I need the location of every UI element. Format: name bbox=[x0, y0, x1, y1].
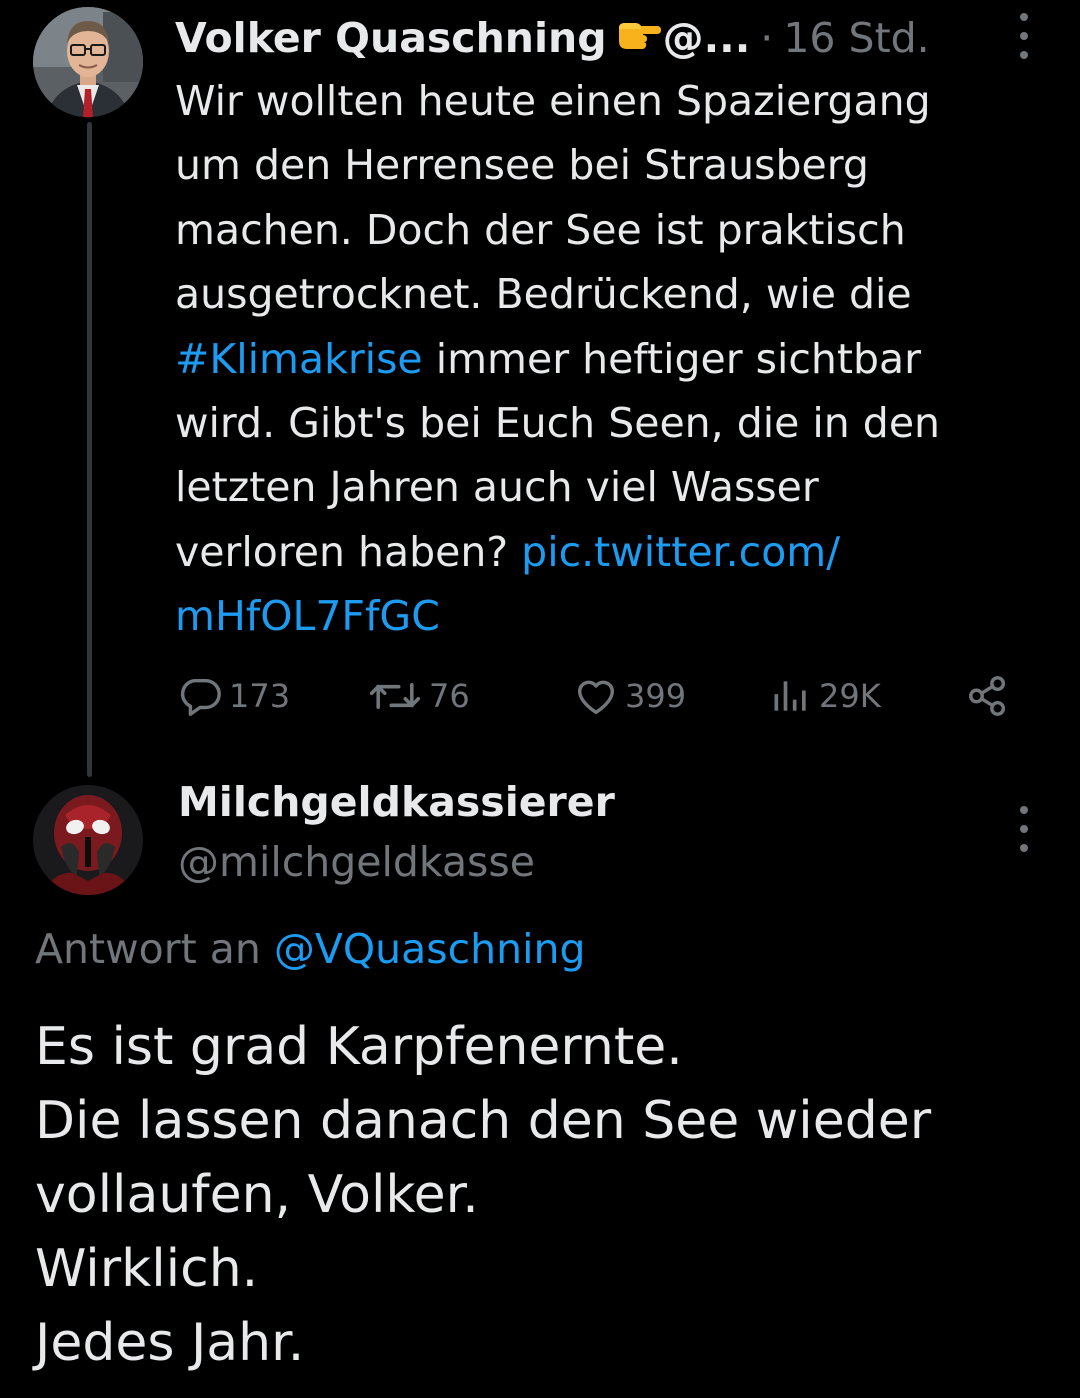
reply-count: 173 bbox=[229, 677, 291, 715]
reply-text-line: Die lassen danach den See wieder bbox=[35, 1091, 932, 1151]
reply-text-line: vollaufen, Volker. bbox=[35, 1165, 479, 1225]
reply-to-label: Antwort an bbox=[35, 925, 274, 973]
reply-to-handle-link[interactable]: @VQuaschning bbox=[274, 925, 586, 973]
reply-author-name[interactable]: Milchgeldkassierer bbox=[178, 778, 615, 826]
more-options-icon[interactable] bbox=[1014, 13, 1034, 59]
reply-icon bbox=[177, 673, 223, 719]
tweet-timestamp[interactable]: 16 Std. bbox=[783, 14, 929, 62]
share-button[interactable] bbox=[965, 666, 1011, 726]
more-options-icon[interactable] bbox=[1014, 806, 1034, 852]
reply-text-line: Wirklich. bbox=[35, 1239, 259, 1299]
tweet-actions: 173 76 399 29K bbox=[175, 666, 1025, 726]
reply-to-line: Antwort an @VQuaschning bbox=[35, 925, 586, 973]
views-icon bbox=[769, 673, 813, 719]
separator-dot: · bbox=[760, 14, 774, 62]
like-count: 399 bbox=[625, 677, 687, 715]
reply-text: Es ist grad Karpfenernte. Die lassen dan… bbox=[35, 1010, 1045, 1380]
retweet-button[interactable]: 76 bbox=[367, 666, 470, 726]
media-link-line2[interactable]: mHfOL7FfGC bbox=[175, 592, 440, 640]
reply-author-avatar[interactable] bbox=[33, 785, 143, 895]
retweet-icon bbox=[367, 673, 423, 719]
heart-icon bbox=[573, 673, 619, 719]
like-button[interactable]: 399 bbox=[573, 666, 686, 726]
retweet-count: 76 bbox=[429, 677, 470, 715]
author-avatar[interactable] bbox=[33, 7, 143, 117]
author-handle[interactable]: @... bbox=[663, 14, 751, 62]
views-button[interactable]: 29K bbox=[769, 666, 881, 726]
reply-text-line: Es ist grad Karpfenernte. bbox=[35, 1017, 683, 1077]
media-link-line1[interactable]: pic.twitter.com/ bbox=[521, 528, 840, 576]
views-count: 29K bbox=[819, 677, 881, 715]
tweet-text-part1: Wir wollten heute einen Spaziergang um d… bbox=[175, 77, 931, 319]
share-icon bbox=[965, 673, 1011, 719]
reply-author-handle[interactable]: @milchgeldkasse bbox=[178, 838, 535, 886]
thread-connector-line bbox=[87, 122, 92, 777]
reply-text-line: Jedes Jahr. bbox=[35, 1313, 305, 1373]
reply-button[interactable]: 173 bbox=[177, 666, 290, 726]
hashtag-link[interactable]: #Klimakrise bbox=[175, 335, 423, 383]
author-name[interactable]: Volker Quaschning bbox=[175, 14, 607, 62]
pointing-hand-icon bbox=[615, 14, 661, 62]
tweet-header: Volker Quaschning @... · 16 Std. bbox=[175, 8, 930, 68]
tweet-text: Wir wollten heute einen Spaziergang um d… bbox=[175, 69, 1045, 649]
